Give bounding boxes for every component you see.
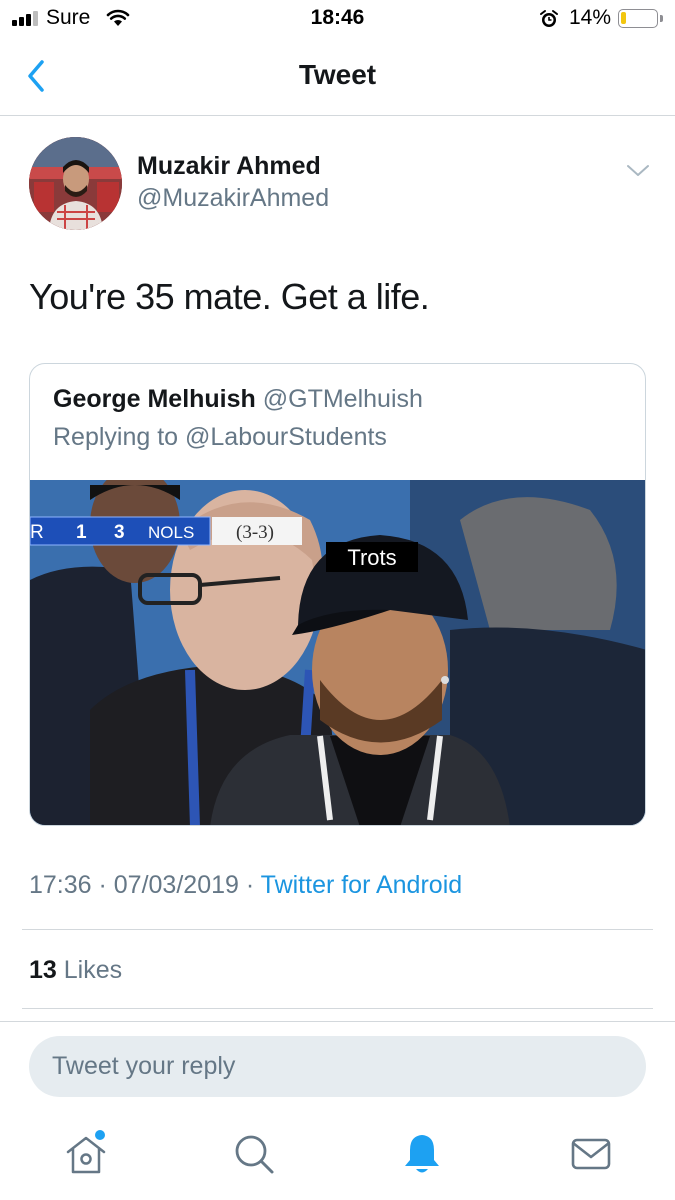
notifications-icon[interactable] [396, 1128, 448, 1180]
avatar-photo [29, 137, 122, 230]
battery-percent: 14% [569, 6, 612, 29]
image-caption: Trots [347, 545, 396, 570]
author-handle[interactable]: @MuzakirAhmed [137, 184, 329, 213]
quoted-display-name: George Melhuish [53, 385, 256, 413]
scoreboard-score-away: 3 [114, 522, 125, 543]
divider [22, 1008, 653, 1009]
tweet-timestamp: 17:36 · 07/03/2019 · [29, 871, 261, 899]
scoreboard-aggregate: (3-3) [236, 522, 274, 543]
search-icon[interactable] [228, 1128, 280, 1180]
nav-bar: Tweet [0, 38, 675, 116]
page-title: Tweet [298, 59, 377, 90]
quoted-tweet-card[interactable]: George Melhuish @GTMelhuish Replying to … [29, 363, 646, 826]
battery-icon [618, 9, 658, 28]
quoted-replying-to: Replying to @LabourStudents [53, 423, 387, 451]
reply-input[interactable] [29, 1036, 646, 1097]
likes-number: 13 [29, 956, 57, 984]
avatar[interactable] [29, 137, 122, 230]
scoreboard-score-home: 1 [76, 522, 87, 543]
scoreboard-team-right: NOLS [148, 523, 194, 542]
quoted-author: George Melhuish @GTMelhuish [53, 385, 423, 414]
messages-icon[interactable] [565, 1128, 617, 1180]
home-icon[interactable] [60, 1128, 112, 1180]
likes-count[interactable]: 13 Likes [29, 956, 122, 985]
divider [0, 1021, 675, 1022]
scoreboard-team-left: R [30, 522, 44, 543]
divider [22, 929, 653, 930]
status-bar: Sure 18:46 14% [0, 0, 675, 38]
tweet-source-link[interactable]: Twitter for Android [261, 871, 462, 899]
tweet-meta: 17:36 · 07/03/2019 · Twitter for Android [29, 871, 462, 900]
quoted-tweet-image[interactable]: R 1 3 NOLS (3-3) Trots [30, 480, 646, 826]
tweet-text: You're 35 mate. Get a life. [29, 276, 430, 317]
alarm-icon [540, 10, 558, 27]
battery-tip [660, 15, 663, 22]
quoted-handle: @GTMelhuish [262, 385, 423, 413]
author-display-name[interactable]: Muzakir Ahmed [137, 152, 321, 181]
chevron-down-icon[interactable] [624, 160, 652, 180]
likes-label: Likes [56, 956, 123, 984]
